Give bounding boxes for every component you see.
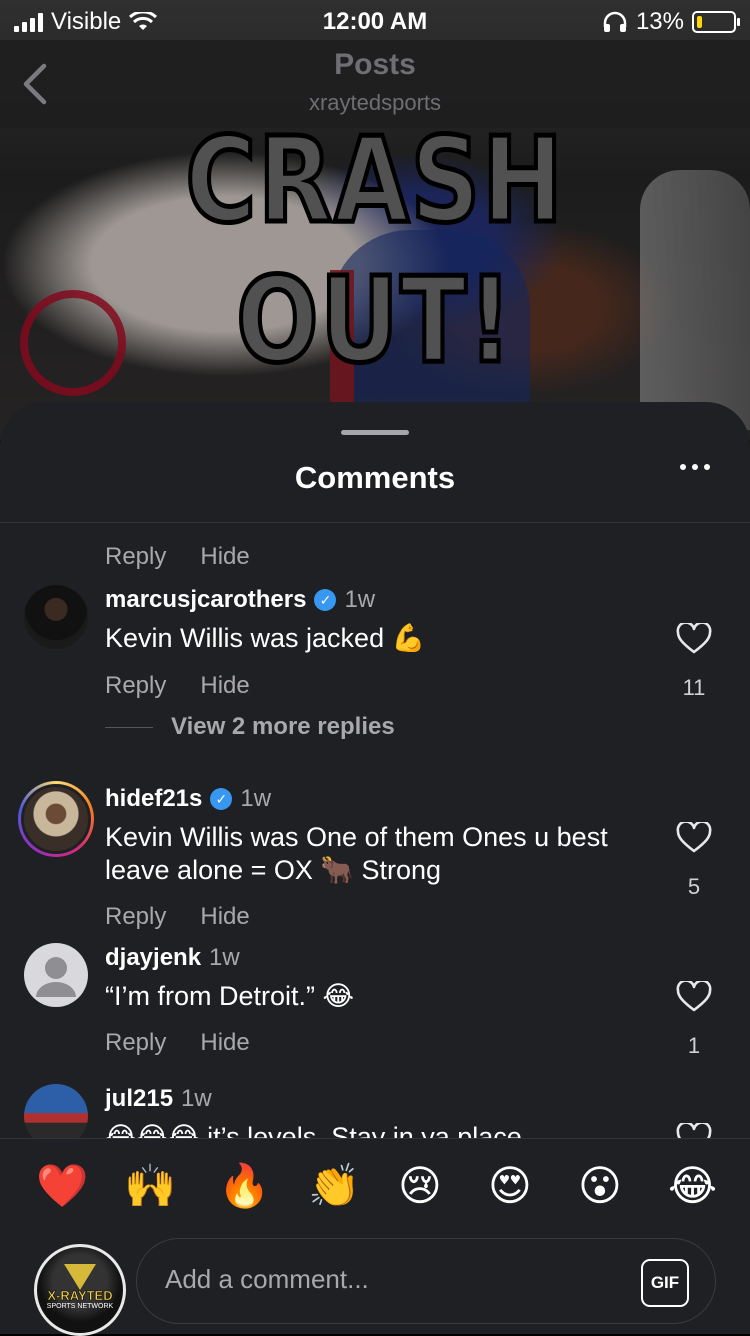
hide-button[interactable]: Hide: [200, 672, 249, 700]
nav-subtitle: xraytedsports: [308, 90, 442, 115]
reaction-raised-hands[interactable]: 🙌: [124, 1161, 176, 1211]
comment-username[interactable]: marcusjcarothers: [105, 586, 306, 614]
reaction-heart-eyes[interactable]: 😍: [488, 1161, 532, 1211]
like-count: 5: [687, 874, 701, 899]
comment-actions: Reply Hide: [105, 1029, 250, 1057]
heart-icon[interactable]: [676, 822, 712, 854]
reply-button[interactable]: Reply: [105, 543, 166, 571]
reply-button[interactable]: Reply: [105, 672, 166, 700]
default-avatar-icon[interactable]: [24, 943, 88, 1007]
comment-text: 😂😂😂 it’s levels. Stay in ya place: [105, 1122, 522, 1139]
reaction-heart[interactable]: ❤️: [36, 1161, 88, 1211]
verified-badge-icon: ✓: [210, 788, 233, 810]
headphones-icon: [603, 11, 627, 32]
avatar[interactable]: [24, 1084, 88, 1139]
comment-input-box[interactable]: GIF: [136, 1238, 716, 1324]
reply-button[interactable]: Reply: [105, 903, 166, 931]
sheet-title: Comments: [294, 460, 456, 495]
comment-actions: Reply Hide: [105, 672, 250, 700]
comment-input[interactable]: [163, 1263, 627, 1296]
avatar-brand-text: X-RAYTED: [47, 1288, 113, 1304]
reaction-crying[interactable]: 😢: [398, 1161, 442, 1211]
comment-text: “I’m from Detroit.” 😂: [105, 981, 355, 1011]
heart-icon[interactable]: [676, 1123, 712, 1139]
comment-header: hidef21s ✓ 1w: [105, 785, 271, 813]
like-count: 11: [682, 675, 706, 700]
replies-line: [105, 726, 153, 728]
reaction-fire[interactable]: 🔥: [218, 1161, 270, 1211]
comment-username[interactable]: jul215: [105, 1085, 173, 1113]
comment-composer: X-RAYTED SPORTS NETWORK GIF: [0, 1230, 750, 1336]
comment-username[interactable]: hidef21s: [105, 785, 202, 813]
verified-badge-icon: ✓: [314, 589, 337, 611]
hide-button[interactable]: Hide: [200, 1029, 249, 1057]
nav-title: Posts: [334, 48, 416, 81]
radiation-logo-icon: [64, 1264, 96, 1290]
comment-header: marcusjcarothers ✓ 1w: [105, 586, 375, 614]
avatar[interactable]: [24, 585, 88, 649]
comment-text: Kevin Willis was jacked 💪: [105, 623, 426, 653]
hide-button[interactable]: Hide: [200, 543, 249, 571]
comment-text: Kevin Willis was One of them Ones u best…: [105, 822, 608, 885]
avatar: [21, 784, 91, 854]
hide-button[interactable]: Hide: [200, 903, 249, 931]
reaction-wow[interactable]: 😮: [578, 1161, 622, 1211]
comment-actions: Reply Hide: [105, 543, 250, 571]
comment-username[interactable]: djayjenk: [105, 944, 201, 972]
avatar-brand-subtext: SPORTS NETWORK: [46, 1303, 114, 1310]
comment-age: 1w: [181, 1085, 212, 1112]
comment-header: jul215 1w: [105, 1085, 212, 1113]
story-ring-avatar[interactable]: [18, 781, 94, 857]
heart-icon[interactable]: [676, 623, 712, 655]
comment-age: 1w: [209, 944, 240, 971]
more-options-icon[interactable]: [680, 464, 710, 470]
reaction-clap[interactable]: 👏: [308, 1161, 360, 1211]
nav-bar: Posts xraytedsports: [0, 40, 750, 128]
status-bar: Visible 12:00 AM 13%: [0, 0, 750, 40]
heart-icon[interactable]: [676, 981, 712, 1013]
reaction-laughing[interactable]: 😂: [668, 1161, 717, 1211]
gif-button[interactable]: GIF: [641, 1259, 689, 1307]
comment-age: 1w: [344, 586, 376, 613]
battery-percent: 13%: [635, 8, 684, 35]
like-count: 1: [687, 1033, 701, 1058]
view-more-replies[interactable]: View 2 more replies: [105, 713, 395, 741]
comment-actions: Reply Hide: [105, 903, 250, 931]
comment-header: djayjenk 1w: [105, 944, 240, 972]
reply-button[interactable]: Reply: [105, 1029, 166, 1057]
view-more-replies-label[interactable]: View 2 more replies: [171, 713, 395, 741]
sheet-grabber[interactable]: [341, 430, 409, 435]
quick-reactions-bar: ❤️ 🙌 🔥 👏 😢 😍 😮 😂: [0, 1138, 750, 1231]
battery-icon: [692, 11, 740, 33]
current-user-avatar[interactable]: X-RAYTED SPORTS NETWORK: [34, 1244, 126, 1336]
comment-age: 1w: [240, 785, 272, 812]
person-silhouette-icon: [36, 957, 76, 997]
comments-list[interactable]: Reply Hide marcusjcarothers ✓ 1w Kevin W…: [0, 523, 750, 1139]
